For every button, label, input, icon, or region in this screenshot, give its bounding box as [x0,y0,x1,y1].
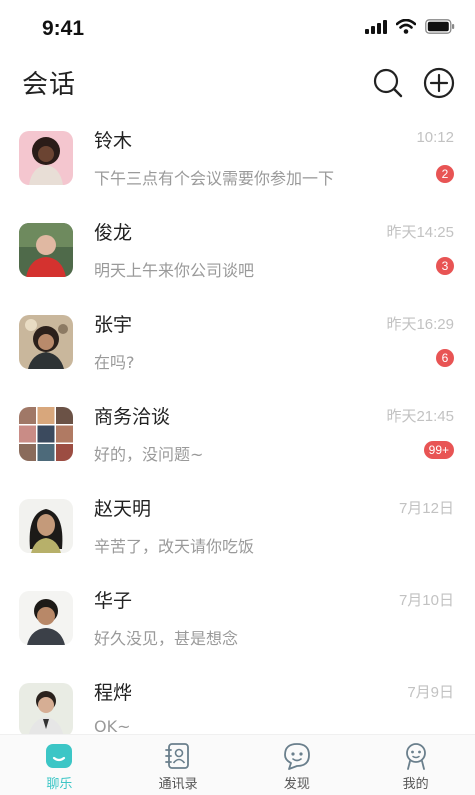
conversation-time: 7月10日 [398,592,454,609]
tab-label: 发现 [283,777,310,792]
conversation-item[interactable]: 华子 好久没见，甚是想念 7月10日 [0,572,475,664]
conversation-item[interactable]: 张宇 在吗? 昨天16:29 6 [0,296,475,388]
conversation-name: 赵天明 [94,498,152,520]
plus-circle-icon [423,67,455,99]
battery-icon [425,19,455,34]
conversation-message: 好久没见，甚是想念 [94,629,239,648]
conversation-message: 在吗? [94,353,135,372]
conversation-message: 明天上午来你公司谈吧 [94,261,255,280]
tab-discover[interactable]: 发现 [238,735,357,795]
avatar [19,591,73,645]
conversation-name: 华子 [94,590,133,612]
tab-label: 通讯录 [158,777,198,792]
status-bar: 9:41 [0,0,475,56]
conversation-name: 铃木 [94,130,133,152]
search-icon [373,68,403,98]
discover-icon [283,743,310,770]
unread-badge: 3 [436,257,454,275]
avatar [19,223,73,277]
avatar [19,499,73,553]
add-button[interactable] [422,66,456,100]
conversation-name: 程烨 [94,682,133,704]
conversation-message: 好的，没问题~ [94,445,204,464]
conversation-message: 下午三点有个会议需要你参加一下 [94,169,335,188]
avatar [19,315,73,369]
conversation-message: OK~ [94,717,131,734]
header: 会话 [0,56,475,112]
status-icons [365,19,455,34]
conversation-item[interactable]: 赵天明 辛苦了，改天请你吃饭 7月12日 [0,480,475,572]
avatar [19,407,73,461]
tab-profile[interactable]: 我的 [356,735,475,795]
conversation-name: 商务洽谈 [94,406,171,428]
unread-badge: 99+ [423,441,454,459]
conversation-time: 7月12日 [398,500,454,517]
tab-contacts[interactable]: 通讯录 [119,735,238,795]
conversation-name: 俊龙 [94,222,133,244]
unread-badge: 6 [436,349,454,367]
conversation-name: 张宇 [94,314,133,336]
avatar [19,131,73,185]
signal-icon [365,19,387,34]
tab-label: 聊乐 [46,777,73,792]
search-button[interactable] [371,66,405,100]
conversation-time: 昨天21:45 [386,408,454,425]
conversation-item[interactable]: 俊龙 明天上午来你公司谈吧 昨天14:25 3 [0,204,475,296]
page-title: 会话 [22,70,77,100]
conversation-time: 10:12 [416,129,454,146]
chat-icon [46,744,73,768]
conversation-item[interactable]: 商务洽谈 好的，没问题~ 昨天21:45 99+ [0,388,475,480]
wifi-icon [396,19,416,34]
conversation-item[interactable]: 铃木 下午三点有个会议需要你参加一下 10:12 2 [0,112,475,204]
contacts-icon [165,743,190,769]
conversation-time: 昨天16:29 [386,316,454,333]
avatar [19,683,73,734]
conversation-list: 铃木 下午三点有个会议需要你参加一下 10:12 2 俊龙 明天上午来你公司谈吧… [0,112,475,734]
tab-bar: 聊乐 通讯录 发现 我的 [0,734,475,795]
conversation-time: 昨天14:25 [386,224,454,241]
status-time: 9:41 [42,17,85,40]
conversation-item[interactable]: 程烨 OK~ 7月9日 [0,664,475,734]
tab-label: 我的 [402,777,429,792]
unread-badge: 2 [436,165,454,183]
conversation-message: 辛苦了，改天请你吃饭 [94,537,255,556]
conversation-time: 7月9日 [407,684,454,701]
tab-chat[interactable]: 聊乐 [0,735,119,795]
profile-icon [405,743,426,770]
